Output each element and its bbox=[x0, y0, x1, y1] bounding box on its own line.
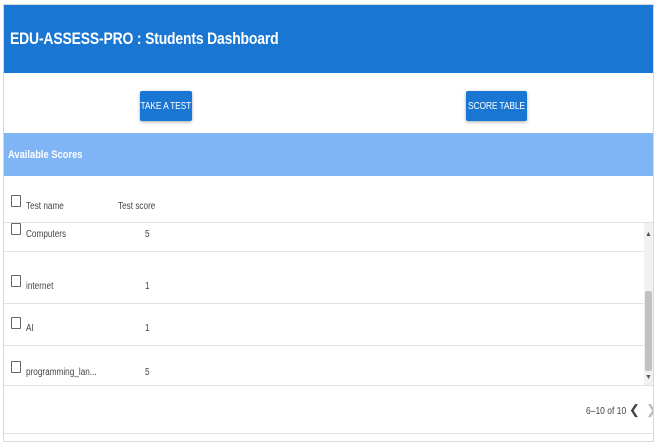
score-table-label: SCORE TABLE bbox=[468, 100, 525, 112]
take-a-test-label: TAKE A TEST bbox=[140, 100, 192, 112]
row-test-score: 5 bbox=[145, 229, 150, 240]
app-window: EDU-ASSESS-PRO : Students Dashboard TAKE… bbox=[3, 4, 654, 442]
scroll-down-arrow-icon[interactable]: ▼ bbox=[645, 374, 652, 382]
table-row[interactable]: AI 1 bbox=[4, 301, 646, 346]
table-header: Test name Test score bbox=[4, 176, 653, 223]
row-test-name: Computers bbox=[26, 229, 67, 240]
table-row[interactable]: Computers 5 bbox=[4, 223, 646, 252]
row-test-name: AI bbox=[26, 323, 34, 334]
table-row[interactable]: programming_lan... 5 bbox=[4, 345, 646, 385]
app-title: EDU-ASSESS-PRO : Students Dashboard bbox=[10, 29, 279, 48]
row-test-score: 5 bbox=[145, 367, 150, 378]
chevron-left-icon[interactable]: ❮ bbox=[629, 403, 640, 417]
row-checkbox[interactable] bbox=[11, 223, 21, 235]
row-test-name: programming_lan... bbox=[26, 367, 97, 378]
chevron-right-icon[interactable]: ❯ bbox=[646, 403, 653, 417]
scrollbar-thumb[interactable] bbox=[645, 291, 652, 371]
row-checkbox[interactable] bbox=[11, 317, 21, 329]
column-header-test-name[interactable]: Test name bbox=[26, 196, 72, 214]
take-a-test-button[interactable]: TAKE A TEST bbox=[140, 91, 192, 121]
section-title: Available Scores bbox=[8, 148, 83, 161]
page-range-label: 6–10 of 10 bbox=[586, 406, 627, 417]
score-table-button[interactable]: SCORE TABLE bbox=[466, 91, 527, 121]
scroll-up-arrow-icon[interactable]: ▲ bbox=[645, 231, 652, 239]
available-scores-bar: Available Scores bbox=[4, 133, 653, 176]
row-test-score: 1 bbox=[145, 323, 150, 334]
select-all-checkbox[interactable] bbox=[11, 195, 21, 207]
table-row[interactable]: internet 1 bbox=[4, 259, 646, 304]
row-test-score: 1 bbox=[145, 281, 150, 292]
column-header-test-score[interactable]: Test score bbox=[118, 196, 164, 214]
row-test-name: internet bbox=[26, 281, 54, 292]
table-scrollbar[interactable]: ▲ ▼ bbox=[644, 223, 653, 385]
action-bar: TAKE A TEST SCORE TABLE bbox=[4, 73, 653, 133]
divider bbox=[4, 433, 653, 434]
row-checkbox[interactable] bbox=[11, 275, 21, 287]
row-checkbox[interactable] bbox=[11, 361, 21, 373]
app-header: EDU-ASSESS-PRO : Students Dashboard bbox=[4, 5, 653, 73]
table-body: Computers 5 internet 1 AI 1 programming_… bbox=[4, 223, 653, 385]
table-pagination: 6–10 of 10 ❮ ❯ bbox=[4, 385, 653, 433]
